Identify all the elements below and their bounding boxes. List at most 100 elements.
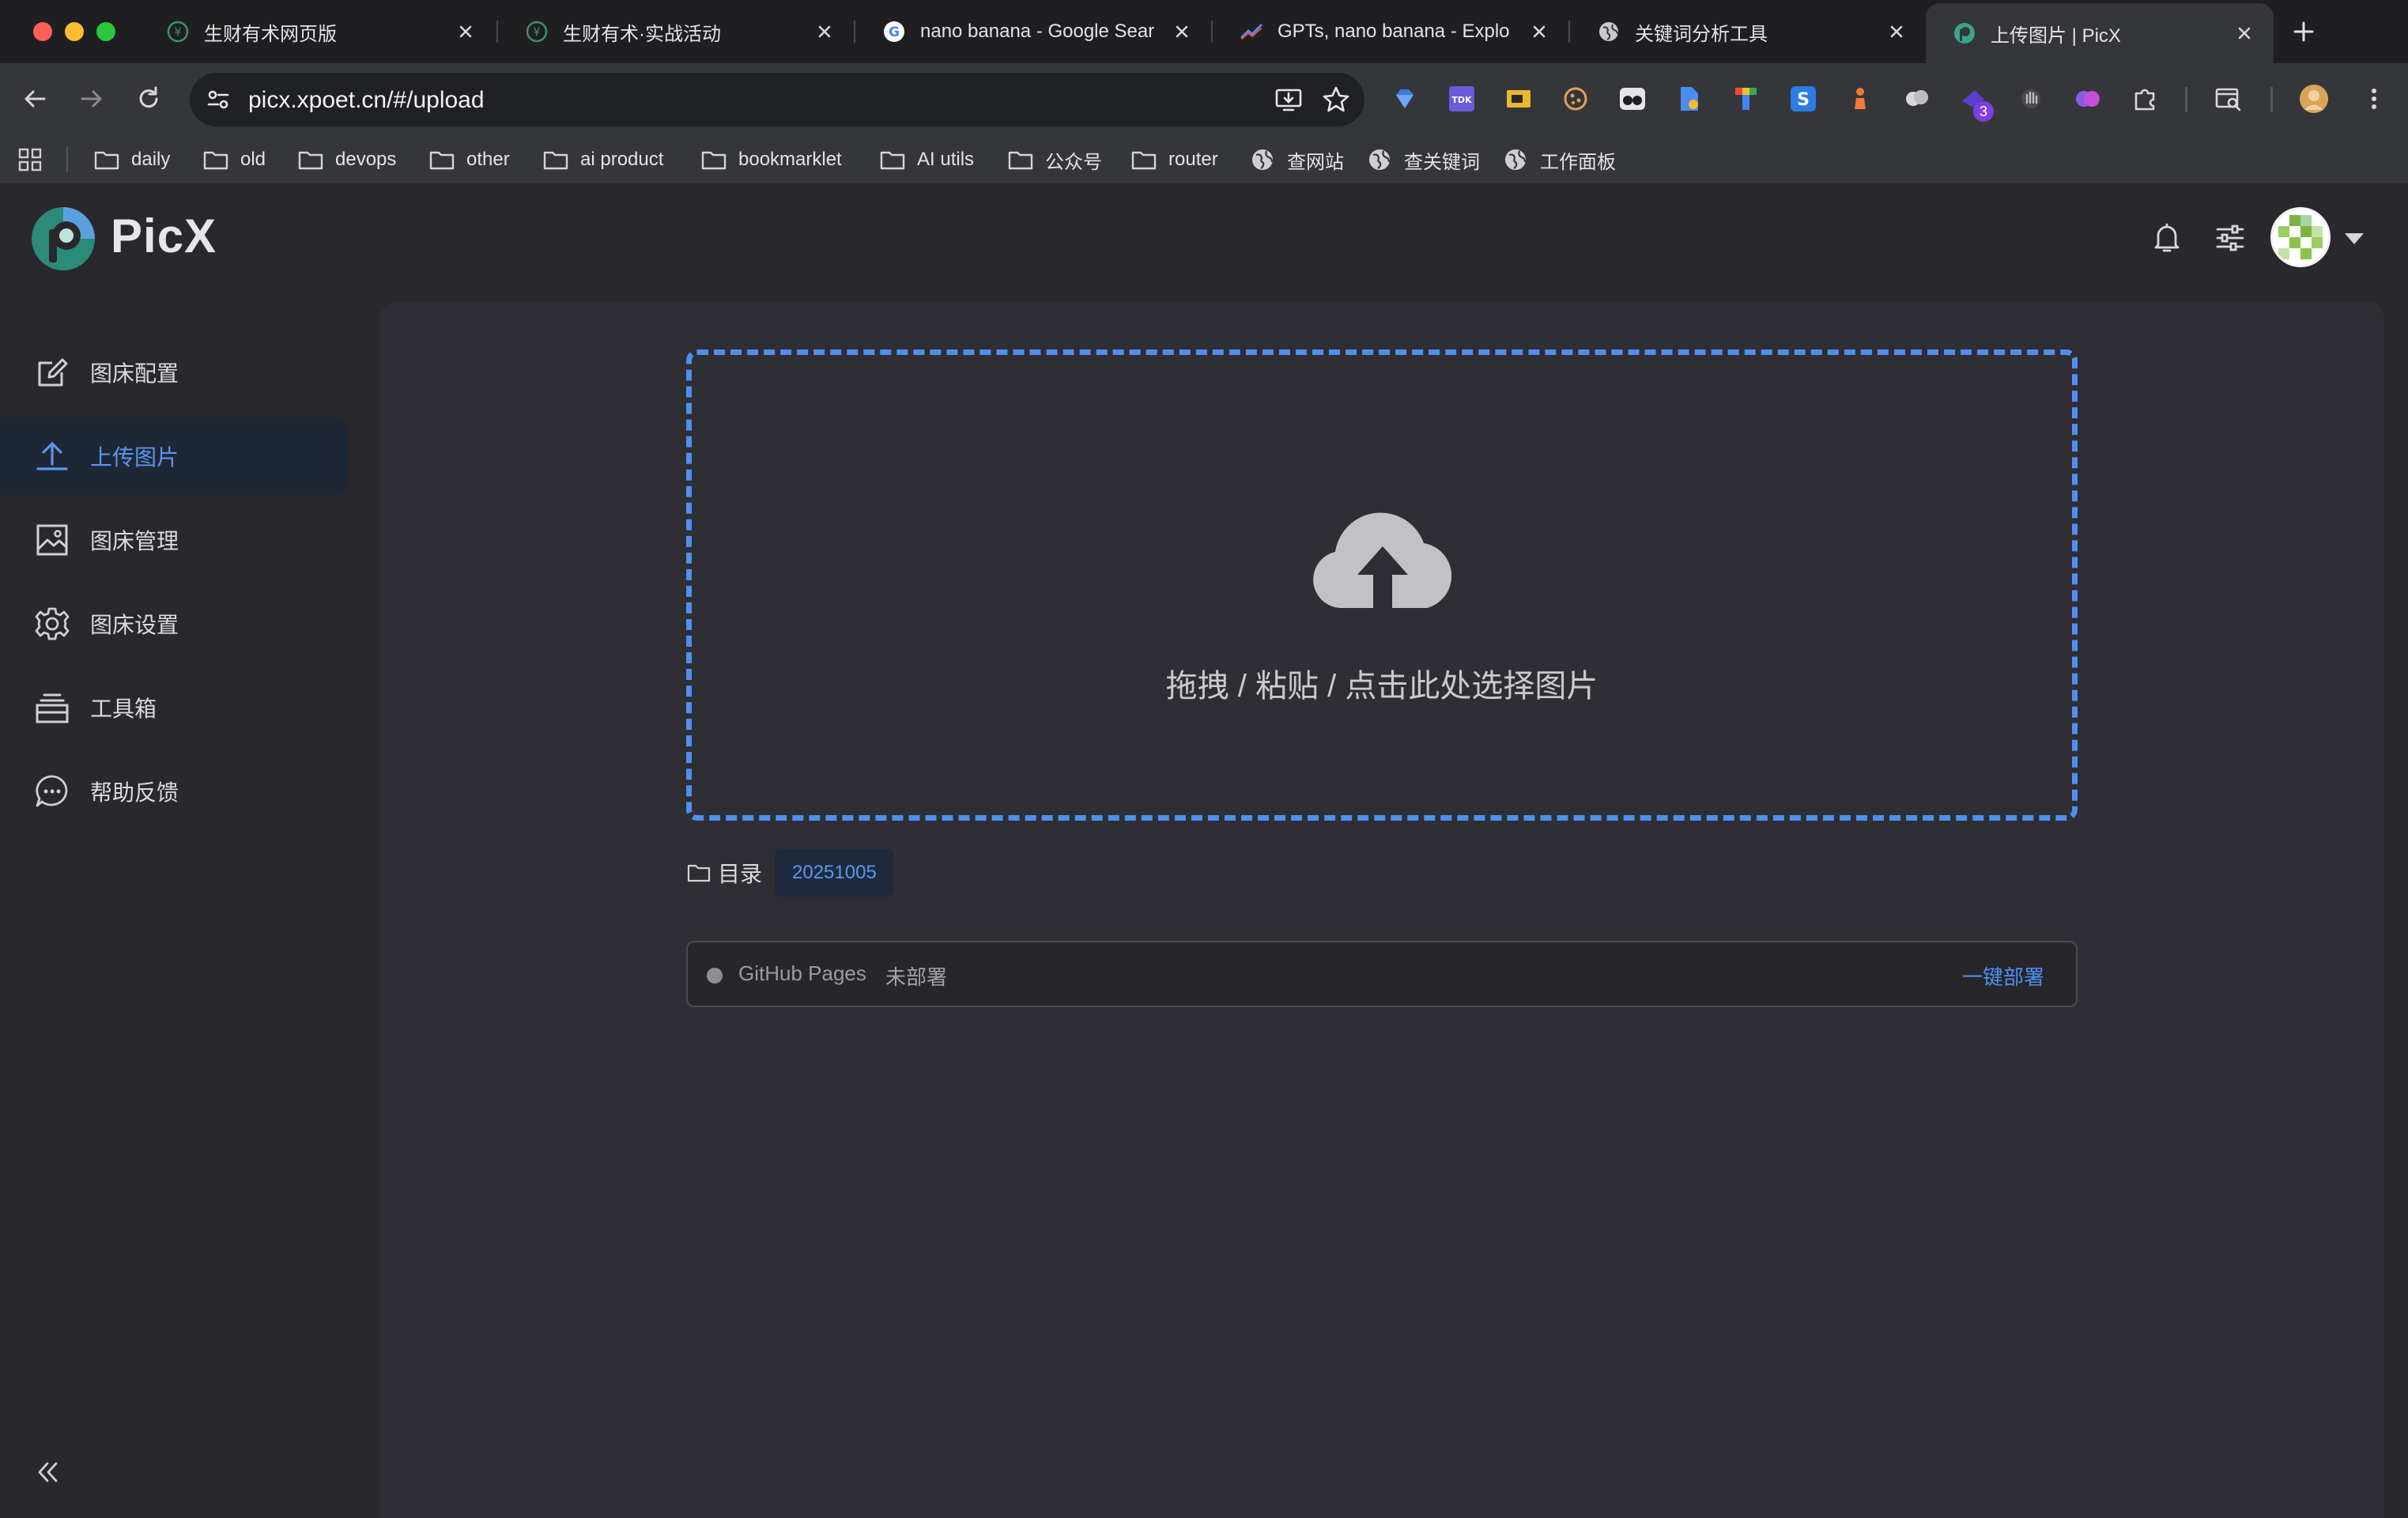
close-icon[interactable] [454,20,477,43]
bookmark-folder[interactable]: bookmarklet [700,144,842,176]
install-app-icon[interactable] [1273,84,1304,115]
bookmark-site[interactable]: 查网站 [1249,144,1344,176]
app-name: PicX [111,210,217,262]
browser-tab[interactable]: GPTs, nano banana - Explo [1213,6,1568,57]
spy-glasses-extension-icon[interactable] [1617,84,1647,114]
toolbar-divider [2270,87,2273,112]
sidebar-item-manage[interactable]: 图床管理 [0,501,348,579]
gear-icon [35,607,70,640]
apps-grid-icon[interactable] [17,147,43,172]
one-click-deploy-button[interactable]: 一键部署 [1962,961,2044,991]
svg-text:¥: ¥ [175,26,182,39]
directory-row: 目录 20251005 [686,849,894,897]
tab-title: 关键词分析工具 [1635,23,1768,45]
browser-tab[interactable]: ¥ 生财有术网页版 [139,6,495,57]
url-text[interactable]: picx.xpoet.cn/#/upload [248,87,485,114]
browser-toolbar: picx.xpoet.cn/#/upload TDK S 3 [0,63,2408,134]
close-icon[interactable] [1527,20,1551,43]
minimize-window-button[interactable] [65,22,84,41]
bookmark-folder[interactable]: devops [297,144,396,176]
bookmark-star-icon[interactable] [1320,84,1352,115]
bookmark-label: daily [131,149,171,170]
chess-extension-icon[interactable] [1845,84,1875,114]
browser-tab[interactable]: ¥ 生财有术·实战活动 [498,6,854,57]
tdk-extension-icon[interactable]: TDK [1447,84,1477,114]
address-bar[interactable]: picx.xpoet.cn/#/upload [190,73,1364,126]
bookmark-folder[interactable]: daily [93,144,170,176]
sidebar-item-upload[interactable]: 上传图片 [0,417,348,495]
toolbar-divider [2185,87,2187,112]
browser-tab-active[interactable]: 上传图片 | PicX [1926,3,2274,63]
bookmark-folder[interactable]: ai product [542,144,663,176]
folder-icon [687,864,711,882]
close-icon[interactable] [1885,20,1908,43]
sidebar-item-label: 图床配置 [90,361,179,386]
back-arrow-icon[interactable] [19,83,51,115]
bookmark-folder[interactable]: AI utils [879,144,974,176]
tab-title: 生财有术网页版 [204,23,337,45]
reload-icon[interactable] [133,83,164,115]
more-menu-icon[interactable] [2359,84,2389,114]
folder-icon [1008,151,1033,170]
doc-search-extension-icon[interactable] [1674,84,1704,114]
edit-icon [38,358,68,387]
folder-ext-extension-icon[interactable] [1504,84,1534,114]
tab-title: 生财有术·实战活动 [563,23,721,45]
bookmark-label: old [240,149,266,170]
bell-icon[interactable] [2147,218,2187,258]
collapse-sidebar-icon[interactable] [32,1456,63,1488]
sidebar-item-settings[interactable]: 图床设置 [0,585,348,663]
tab-title: GPTs, nano banana - Explo [1278,21,1510,42]
settings-sliders-icon[interactable] [2210,218,2250,258]
site-settings-icon[interactable] [202,84,234,115]
new-tab-plus-icon[interactable] [2288,16,2319,47]
browser-tab-bar: ¥ 生财有术网页版 ¥ 生财有术·实战活动 G nano banana - Go… [0,0,2408,63]
sidebar-item-label: 图床设置 [90,613,179,637]
cloud-ext-extension-icon[interactable] [1902,84,1932,114]
s-logo-extension-icon[interactable]: S [1788,84,1818,114]
profile-avatar-icon[interactable] [2299,84,2329,114]
globe-favicon-icon [1599,22,1618,41]
bookmark-site[interactable]: 工作面板 [1502,144,1616,176]
upload-dropzone[interactable]: 拖拽 / 粘贴 / 点击此处选择图片 [686,349,2078,821]
sidebar-item-toolbox[interactable]: 工具箱 [0,669,348,746]
sidebar-item-label: 工具箱 [90,697,157,721]
close-icon[interactable] [1170,20,1194,43]
bookmarks-bar: daily old devops other ai product bookma… [0,134,2408,185]
bookmark-label: 查网站 [1287,151,1344,173]
forward-arrow-icon[interactable] [76,83,108,115]
app-header: PicX [0,187,2408,289]
main-panel: 拖拽 / 粘贴 / 点击此处选择图片 目录 20251005 GitHub Pa… [379,302,2384,1518]
cookie-extension-icon[interactable] [1561,84,1591,114]
folder-icon [543,151,568,170]
bookmark-folder[interactable]: router [1130,144,1218,176]
browser-tab[interactable]: G nano banana - Google Sear [855,6,1211,57]
folder-icon [880,151,905,170]
maximize-window-button[interactable] [96,22,115,41]
close-icon[interactable] [2232,21,2256,45]
bookmark-folder[interactable]: 公众号 [1007,144,1102,176]
bookmark-site[interactable]: 查关键词 [1366,144,1480,176]
user-avatar[interactable] [2270,207,2331,267]
globe-icon [1252,149,1274,170]
chevron-down-icon[interactable] [2342,231,2367,247]
close-icon[interactable] [813,20,836,43]
sidebar-item-config[interactable]: 图床配置 [0,334,348,411]
bookmark-folder[interactable]: old [202,144,266,176]
sidebar-item-help[interactable]: 帮助反馈 [0,753,348,830]
tab-search-icon[interactable] [2214,84,2244,114]
picx-logo-icon[interactable] [30,206,96,272]
browser-tab[interactable]: 关键词分析工具 [1570,6,1926,57]
gem-extension-icon[interactable] [1390,84,1420,114]
deploy-status-bar: GitHub Pages 未部署 一键部署 [686,941,2078,1007]
google-favicon-icon: G [884,21,904,42]
bookmark-folder[interactable]: other [428,144,510,176]
color-t-extension-icon[interactable] [1731,84,1761,114]
puzzle-extensions-icon[interactable] [2130,84,2160,114]
directory-tag[interactable]: 20251005 [775,849,894,897]
close-window-button[interactable] [33,22,52,41]
hand-extension-icon[interactable] [2016,84,2046,114]
tab-title: 上传图片 | PicX [1991,25,2121,47]
bookmark-label: 公众号 [1045,151,1102,173]
brain-extension-icon[interactable] [2073,84,2103,114]
